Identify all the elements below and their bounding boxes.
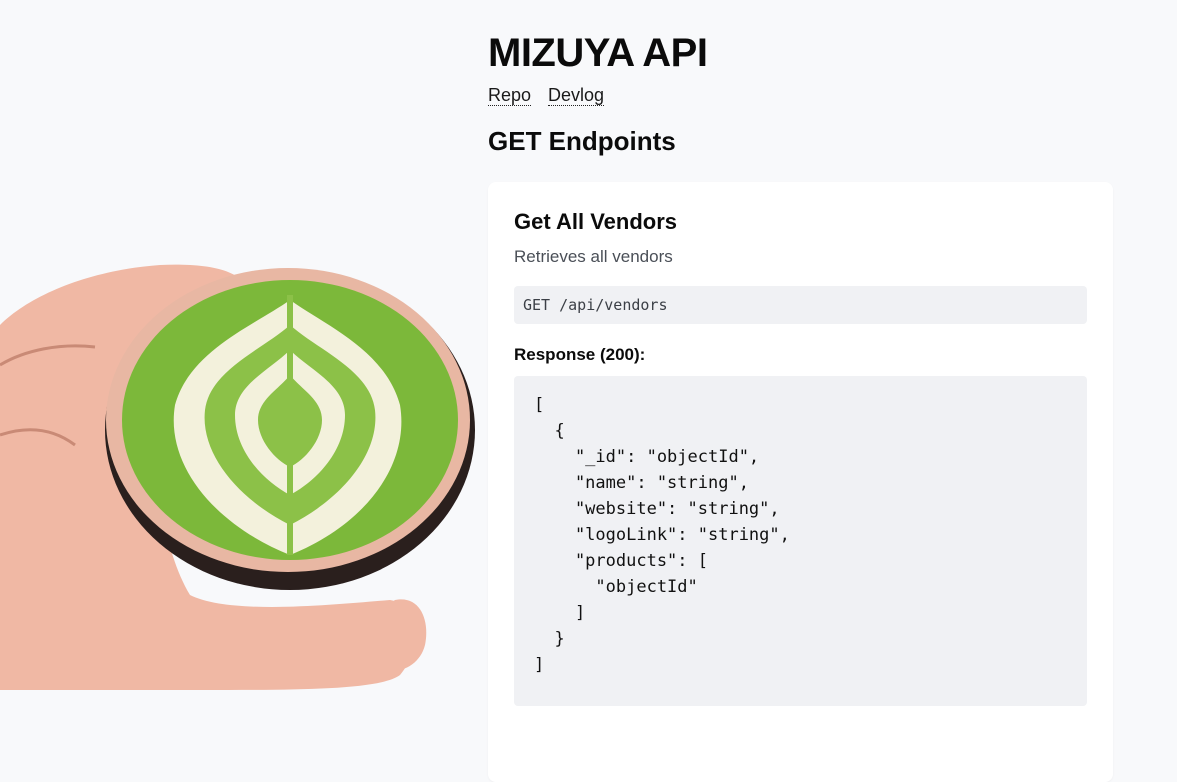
site-title: MIZUYA API	[488, 31, 708, 75]
endpoint-description: Retrieves all vendors	[514, 247, 673, 266]
response-code-block: [ { "_id": "objectId", "name": "string",…	[514, 376, 1087, 706]
top-nav: Repo Devlog	[488, 86, 1113, 108]
endpoint-title: Get All Vendors	[514, 209, 678, 234]
matcha-latte-image	[0, 255, 480, 690]
docs-main: MIZUYA API Repo Devlog GET Endpoints Get…	[488, 30, 1113, 782]
response-body: [ { "_id": "objectId", "name": "string",…	[534, 395, 790, 675]
nav-link-devlog[interactable]: Devlog	[548, 86, 605, 106]
response-label: Response (200):	[514, 345, 646, 364]
endpoint-card: Get All Vendors Retrieves all vendors GE…	[488, 182, 1113, 782]
nav-link-repo[interactable]: Repo	[488, 86, 532, 106]
section-title: GET Endpoints	[488, 126, 676, 156]
endpoint-request: GET /api/vendors	[514, 286, 1087, 324]
